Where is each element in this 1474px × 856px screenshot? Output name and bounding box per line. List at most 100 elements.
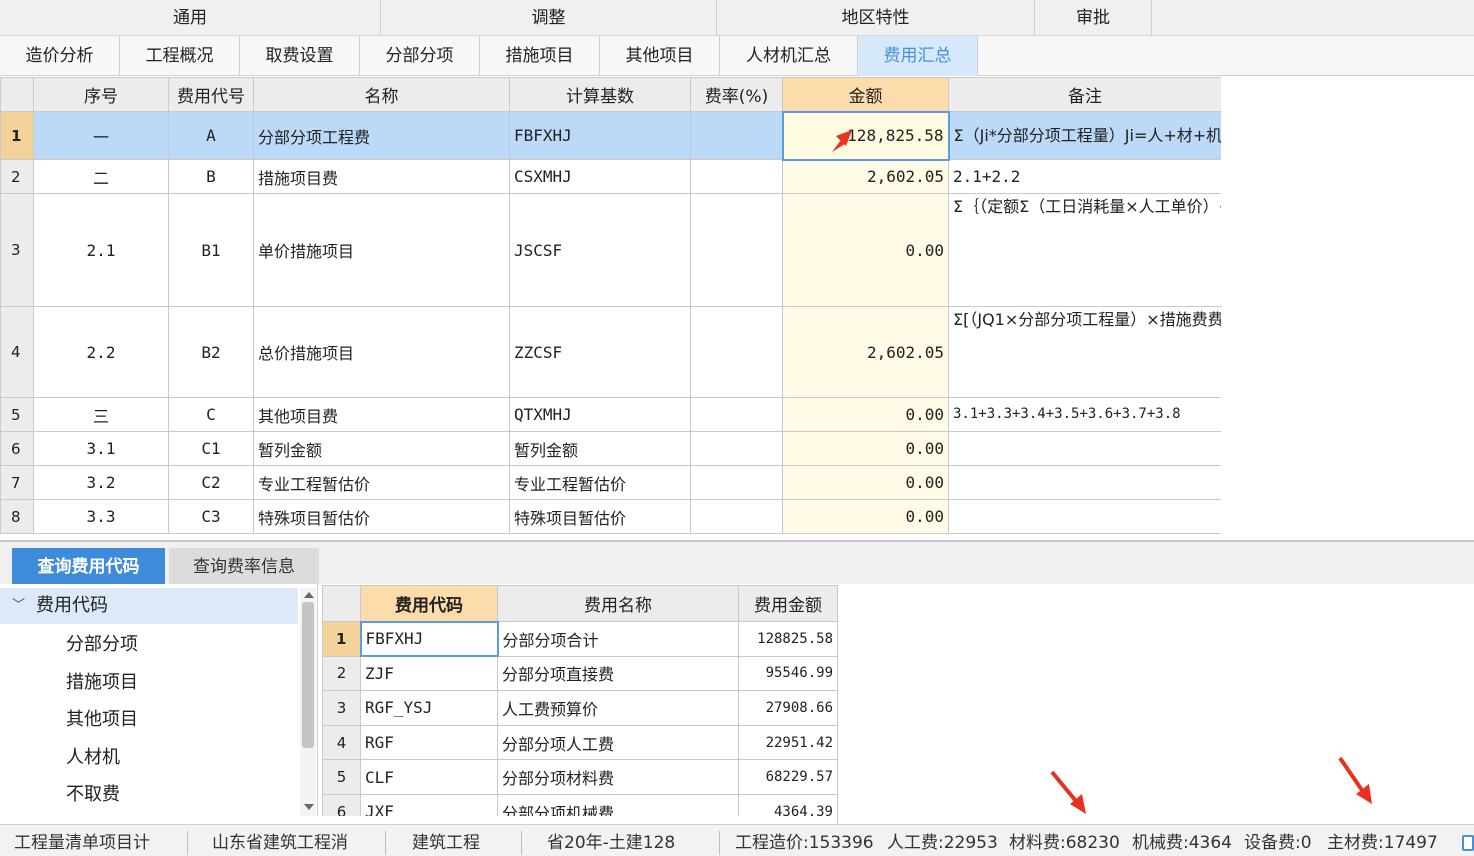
header-rate[interactable]: 费率(%) bbox=[690, 77, 783, 112]
cell-name[interactable]: 分部分项工程费 bbox=[253, 111, 510, 160]
cell-rate[interactable] bbox=[690, 397, 783, 432]
cell-seq[interactable]: 三 bbox=[33, 397, 169, 432]
cell-code[interactable]: B1 bbox=[168, 193, 254, 307]
cell-seq[interactable]: 3.3 bbox=[33, 499, 169, 534]
cell-fee-amount[interactable]: 27908.66 bbox=[738, 690, 838, 726]
group-general[interactable]: 通用 bbox=[0, 0, 381, 36]
cell-fee-amount[interactable]: 68229.57 bbox=[738, 759, 838, 795]
cell-fee-name[interactable]: 人工费预算价 bbox=[497, 690, 739, 726]
tab-other-items[interactable]: 其他项目 bbox=[600, 36, 720, 76]
tab-cost-analysis[interactable]: 造价分析 bbox=[0, 36, 120, 76]
cell-base[interactable]: QTXMHJ bbox=[509, 397, 691, 432]
cell-code[interactable]: A bbox=[168, 111, 254, 160]
cell-fee-code[interactable]: RGF_YSJ bbox=[360, 690, 498, 726]
header-amount[interactable]: 金额 bbox=[782, 77, 949, 112]
table-row[interactable]: 6 3.1 C1 暂列金额 暂列金额 0.00 bbox=[0, 431, 1221, 466]
cell-amount[interactable]: 0.00 bbox=[782, 193, 949, 307]
tree-item-sub-items[interactable]: 分部分项 bbox=[66, 630, 138, 656]
cell-name[interactable]: 总价措施项目 bbox=[253, 306, 510, 398]
table-row[interactable]: 1 FBFXHJ 分部分项合计 128825.58 bbox=[322, 620, 838, 658]
cell-note[interactable]: Σ[（JQ1×分部分项工程量）×措施费费率+（JQ1×分部分项工程量）×省发措施… bbox=[948, 306, 1221, 398]
row-number[interactable]: 3 bbox=[322, 690, 361, 726]
tab-fee-summary[interactable]: 费用汇总 bbox=[858, 36, 978, 76]
row-number[interactable]: 7 bbox=[0, 465, 34, 500]
cell-name[interactable]: 其他项目费 bbox=[253, 397, 510, 432]
cell-seq[interactable]: 一 bbox=[33, 111, 169, 160]
cell-base[interactable]: CSXMHJ bbox=[509, 159, 691, 194]
group-region[interactable]: 地区特性 bbox=[717, 0, 1035, 36]
row-number[interactable]: 4 bbox=[0, 306, 34, 398]
tree-root-fee-code[interactable]: ﹀ 费用代码 bbox=[0, 588, 298, 624]
cell-code[interactable]: B bbox=[168, 159, 254, 194]
cell-note[interactable] bbox=[948, 431, 1221, 466]
tab-fee-settings[interactable]: 取费设置 bbox=[240, 36, 360, 76]
status-fee-standard[interactable]: 省20年-土建128 bbox=[547, 825, 683, 856]
cell-seq[interactable]: 二 bbox=[33, 159, 169, 194]
row-number[interactable]: 2 bbox=[322, 655, 361, 692]
group-adjust[interactable]: 调整 bbox=[381, 0, 717, 36]
cell-base[interactable]: 专业工程暂估价 bbox=[509, 465, 691, 500]
cell-amount[interactable]: 0.00 bbox=[782, 397, 949, 432]
cell-name[interactable]: 措施项目费 bbox=[253, 159, 510, 194]
group-approval[interactable]: 审批 bbox=[1035, 0, 1152, 36]
tree-item-labor-material[interactable]: 人材机 bbox=[66, 743, 120, 769]
tree-item-other[interactable]: 其他项目 bbox=[66, 705, 138, 731]
row-number[interactable]: 8 bbox=[0, 499, 34, 534]
cell-rate[interactable] bbox=[690, 159, 783, 194]
cell-base[interactable]: ZZCSF bbox=[509, 306, 691, 398]
cell-code[interactable]: C3 bbox=[168, 499, 254, 534]
cell-note[interactable] bbox=[948, 499, 1221, 534]
header-fee-code[interactable]: 费用代码 bbox=[360, 585, 498, 622]
header-seq[interactable]: 序号 bbox=[33, 77, 169, 112]
cell-code[interactable]: C2 bbox=[168, 465, 254, 500]
row-number[interactable]: 3 bbox=[0, 193, 34, 307]
cell-fee-code[interactable]: CLF bbox=[360, 759, 498, 795]
cell-base[interactable]: 暂列金额 bbox=[509, 431, 691, 466]
cell-note[interactable]: 3.1+3.3+3.4+3.5+3.6+3.7+3.8 bbox=[948, 397, 1221, 432]
cell-fee-name[interactable]: 分部分项直接费 bbox=[497, 655, 739, 692]
scroll-thumb[interactable] bbox=[302, 602, 314, 748]
tree-scrollbar[interactable] bbox=[300, 588, 316, 816]
row-number[interactable]: 5 bbox=[0, 397, 34, 432]
chevron-down-icon[interactable]: ﹀ bbox=[12, 588, 25, 624]
cell-name[interactable]: 单价措施项目 bbox=[253, 193, 510, 307]
tree-item-measures[interactable]: 措施项目 bbox=[66, 668, 138, 694]
table-row[interactable]: 2 ZJF 分部分项直接费 95546.99 bbox=[322, 655, 838, 692]
cell-seq[interactable]: 3.1 bbox=[33, 431, 169, 466]
tab-measures[interactable]: 措施项目 bbox=[480, 36, 600, 76]
cell-amount[interactable]: 2,602.05 bbox=[782, 306, 949, 398]
row-number[interactable]: 5 bbox=[322, 759, 361, 795]
tab-labor-material-summary[interactable]: 人材机汇总 bbox=[720, 36, 858, 76]
window-icon[interactable] bbox=[1462, 835, 1474, 851]
table-row[interactable]: 7 3.2 C2 专业工程暂估价 专业工程暂估价 0.00 bbox=[0, 465, 1221, 500]
header-note[interactable]: 备注 bbox=[948, 77, 1221, 112]
row-number[interactable]: 1 bbox=[0, 111, 34, 160]
cell-fee-name[interactable]: 分部分项材料费 bbox=[497, 759, 739, 795]
cell-seq[interactable]: 2.1 bbox=[33, 193, 169, 307]
scroll-up-icon[interactable] bbox=[304, 592, 314, 598]
row-number[interactable]: 2 bbox=[0, 159, 34, 194]
cell-rate[interactable] bbox=[690, 306, 783, 398]
cell-note[interactable]: Σ（Ji*分部分项工程量）Ji=人+材+机+管+利 bbox=[948, 111, 1221, 160]
cell-name[interactable]: 专业工程暂估价 bbox=[253, 465, 510, 500]
cell-rate[interactable] bbox=[690, 111, 783, 160]
cell-fee-name[interactable]: 分部分项人工费 bbox=[497, 724, 739, 761]
tab-sub-items[interactable]: 分部分项 bbox=[360, 36, 480, 76]
table-row[interactable]: 5 三 C 其他项目费 QTXMHJ 0.00 3.1+3.3+3.4+3.5+… bbox=[0, 397, 1221, 432]
cell-note[interactable]: 2.1+2.2 bbox=[948, 159, 1221, 194]
table-row[interactable]: 3 2.1 B1 单价措施项目 JSCSF 0.00 Σ｛（定额Σ（工日消耗量×… bbox=[0, 193, 1221, 307]
cell-rate[interactable] bbox=[690, 499, 783, 534]
cell-fee-amount[interactable]: 128825.58 bbox=[738, 621, 838, 657]
table-row[interactable]: 8 3.3 C3 特殊项目暂估价 特殊项目暂估价 0.00 bbox=[0, 499, 1221, 534]
tree-item-no-fee[interactable]: 不取费 bbox=[66, 780, 120, 806]
cell-code[interactable]: C bbox=[168, 397, 254, 432]
cell-note[interactable]: Σ｛（定额Σ（工日消耗量×人工单价）+Σ（材料消耗量×材料单价）+Σ（机械台班消… bbox=[948, 193, 1221, 307]
header-fee-amount[interactable]: 费用金额 bbox=[738, 585, 838, 622]
cell-amount[interactable]: 128,825.58 bbox=[781, 110, 950, 161]
cell-rate[interactable] bbox=[690, 465, 783, 500]
cell-name[interactable]: 特殊项目暂估价 bbox=[253, 499, 510, 534]
header-name[interactable]: 名称 bbox=[253, 77, 510, 112]
row-number[interactable]: 1 bbox=[322, 621, 361, 657]
cell-fee-amount[interactable]: 95546.99 bbox=[738, 655, 838, 692]
cell-fee-code[interactable]: ZJF bbox=[360, 655, 498, 692]
